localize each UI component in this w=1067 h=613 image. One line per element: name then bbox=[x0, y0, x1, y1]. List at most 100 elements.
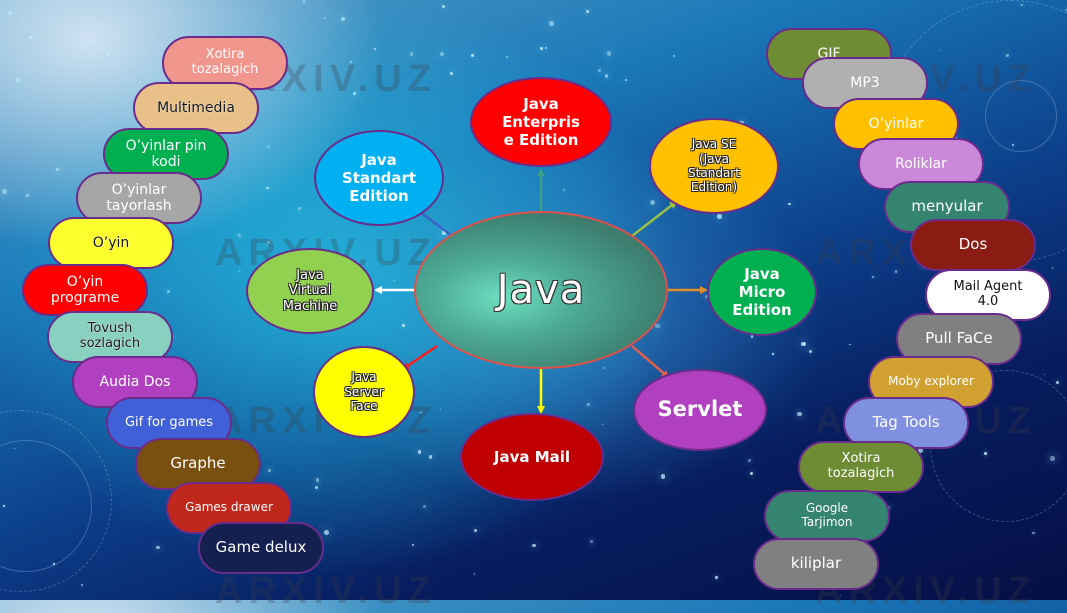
node-label-line: Java bbox=[744, 265, 780, 283]
pill-label: Tag Tools bbox=[864, 413, 947, 432]
node-jsf[interactable]: Java Server Face bbox=[313, 346, 415, 438]
pill-label-line: Pull FaCe bbox=[925, 329, 993, 348]
pill-label: Pull FaCe bbox=[917, 329, 1001, 348]
right-pill-item[interactable]: Dos bbox=[910, 219, 1036, 271]
pill-label: menyular bbox=[903, 197, 990, 216]
pill-label: Mail Agent 4.0 bbox=[945, 279, 1030, 310]
pill-label-line: Xotira bbox=[205, 47, 245, 63]
pill-label-line: kodi bbox=[151, 154, 181, 170]
pill-label: O’yinlar bbox=[861, 116, 932, 132]
node-label-line: Java Mail bbox=[493, 448, 571, 466]
node-java-ee[interactable]: Java Enterpris e Edition bbox=[470, 77, 612, 167]
pill-label: Dos bbox=[951, 235, 996, 254]
pill-label: O’yinlar tayorlash bbox=[98, 182, 179, 214]
node-label-line: Standart bbox=[341, 169, 417, 187]
pill-label: Google Tarjimon bbox=[794, 501, 861, 530]
pill-label: Moby explorer bbox=[880, 374, 982, 389]
node-label-line: e Edition bbox=[503, 131, 579, 149]
right-pill-item[interactable]: Xotira tozalagich bbox=[798, 441, 924, 493]
connector-servlet bbox=[631, 345, 670, 379]
node-label: Java Server Face bbox=[344, 370, 383, 413]
pill-label-line: Moby explorer bbox=[888, 374, 974, 389]
node-label: Java Standart Edition bbox=[342, 151, 416, 205]
pill-label: Xotira tozalagich bbox=[820, 451, 903, 482]
node-label-line: Java SE bbox=[691, 137, 737, 152]
center-node-java[interactable]: Java bbox=[414, 211, 668, 369]
node-label: Java Micro Edition bbox=[732, 265, 791, 319]
pill-label: Tovush sozlagich bbox=[72, 321, 148, 352]
pill-label: O’yin bbox=[85, 235, 138, 251]
center-node-label: Java bbox=[496, 267, 586, 313]
node-label-line: Machine bbox=[282, 298, 338, 314]
left-pill-item[interactable]: O’yin bbox=[48, 217, 174, 269]
node-label-line: Java bbox=[361, 151, 397, 169]
node-label: Java Virtual Machine bbox=[283, 268, 337, 315]
node-java-me[interactable]: Java Micro Edition bbox=[707, 248, 817, 336]
node-label-line: Edition bbox=[732, 301, 792, 319]
pill-label-line: Game delux bbox=[215, 538, 307, 557]
node-label-line: Java bbox=[351, 370, 377, 385]
pill-label-line: Roliklar bbox=[895, 155, 947, 172]
node-java-se[interactable]: Java SE (Java Standart Edition) bbox=[649, 118, 779, 214]
pill-label-line: O’yinlar bbox=[111, 181, 167, 198]
pill-label-line: Google bbox=[805, 501, 849, 516]
node-label: Java Mail bbox=[494, 448, 570, 466]
node-label-line: Standart bbox=[688, 166, 740, 180]
pill-label-line: kiliplar bbox=[790, 554, 842, 573]
node-label-line: Server bbox=[344, 384, 384, 399]
pill-label: Xotira tozalagich bbox=[184, 47, 267, 78]
pill-label: Games drawer bbox=[177, 500, 281, 515]
left-pill-item[interactable]: Multimedia bbox=[133, 82, 259, 134]
pill-label-line: programe bbox=[50, 290, 120, 306]
right-pill-item[interactable]: Google Tarjimon bbox=[764, 490, 890, 542]
pill-label: O’yinlar pin kodi bbox=[118, 138, 215, 170]
pill-label: Game delux bbox=[208, 538, 315, 557]
right-pill-item[interactable]: kiliplar bbox=[753, 538, 879, 590]
pill-label-line: Tarjimon bbox=[801, 515, 853, 529]
connector-java-se bbox=[631, 200, 678, 237]
pill-label: O’yin programe bbox=[43, 274, 127, 306]
pill-label-line: Tag Tools bbox=[872, 413, 940, 432]
pill-label-line: sozlagich bbox=[79, 336, 141, 351]
node-label-line: Java bbox=[296, 267, 324, 283]
node-label: Java Enterpris e Edition bbox=[502, 95, 580, 149]
node-label-line: Java bbox=[523, 95, 559, 113]
pill-label-line: O’yin bbox=[66, 273, 104, 290]
pill-label-line: O’yinlar bbox=[868, 115, 924, 132]
node-java-mail[interactable]: Java Mail bbox=[460, 413, 604, 501]
node-label-line: Enterpris bbox=[502, 113, 580, 131]
pill-label-line: MP3 bbox=[850, 74, 880, 91]
pill-label-line: Tovush bbox=[87, 321, 133, 337]
node-label: Servlet bbox=[658, 397, 743, 422]
pill-label-line: tozalagich bbox=[191, 62, 259, 77]
pill-label: MP3 bbox=[842, 75, 887, 91]
pill-label-line: Xotira bbox=[841, 451, 881, 467]
pill-label: kiliplar bbox=[783, 554, 849, 573]
node-servlet[interactable]: Servlet bbox=[633, 369, 767, 451]
node-label: Java SE (Java Standart Edition) bbox=[688, 137, 740, 195]
pill-label: Roliklar bbox=[887, 156, 955, 172]
pill-label-line: Gif for games bbox=[124, 414, 214, 430]
pill-label-line: Multimedia bbox=[157, 99, 235, 116]
left-pill-item[interactable]: O’yin programe bbox=[22, 264, 148, 316]
pill-label-line: O’yinlar pin bbox=[125, 137, 207, 154]
node-label-line: Edition bbox=[349, 187, 409, 205]
node-jvm[interactable]: Java Virtual Machine bbox=[246, 248, 374, 334]
pill-label: Audia Dos bbox=[92, 374, 179, 390]
node-label-line: (Java bbox=[698, 151, 729, 166]
pill-label-line: Games drawer bbox=[185, 500, 273, 515]
pill-label: Gif for games bbox=[117, 414, 221, 431]
pill-label-line: tayorlash bbox=[106, 198, 172, 214]
pill-label-line: 4.0 bbox=[977, 294, 999, 309]
node-java-se-standart[interactable]: Java Standart Edition bbox=[314, 130, 444, 226]
left-pill-item[interactable]: Game delux bbox=[198, 522, 324, 574]
pill-label: Multimedia bbox=[149, 100, 243, 116]
pill-label: Graphe bbox=[162, 454, 233, 473]
node-label-line: Face bbox=[350, 399, 378, 414]
node-label-line: Servlet bbox=[657, 397, 743, 422]
pill-label-line: menyular bbox=[911, 197, 983, 216]
node-label-line: Micro bbox=[738, 283, 786, 301]
pill-label-line: Graphe bbox=[170, 454, 226, 473]
pill-label-line: Dos bbox=[958, 235, 988, 254]
node-label-line: Virtual bbox=[288, 283, 332, 299]
